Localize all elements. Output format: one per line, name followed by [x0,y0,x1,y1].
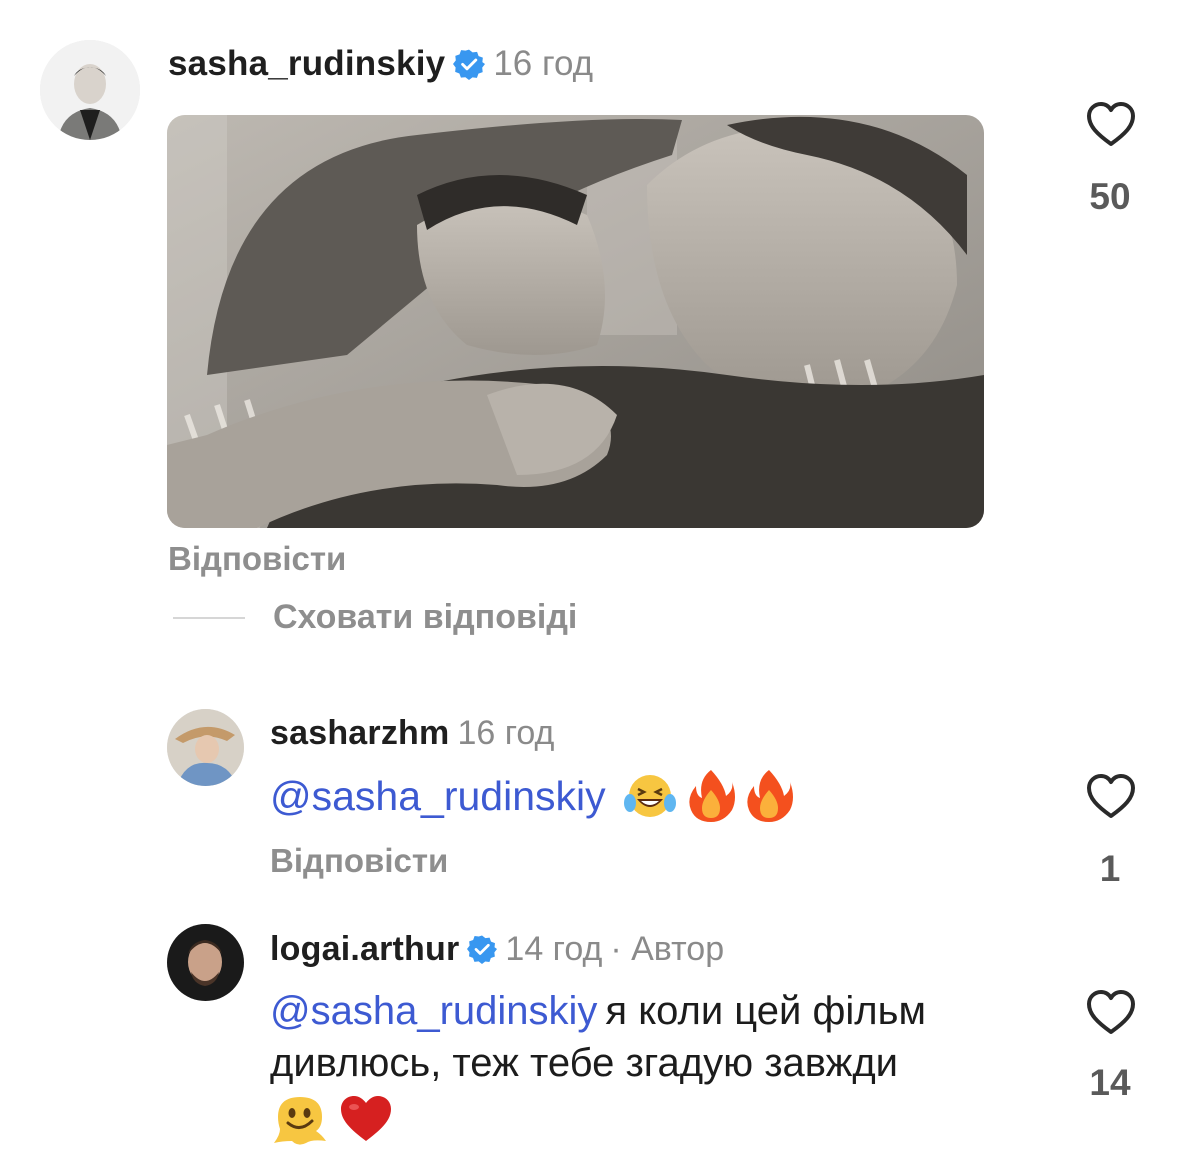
comment-reply-button[interactable]: Відповісти [168,540,346,578]
avatar-logai-arthur[interactable] [167,924,244,1001]
comment-like-count: 50 [1089,176,1131,217]
reply-text-line-1: я коли цей фільм [605,989,926,1033]
reply-mention-link[interactable]: @sasha_rudinskiy [270,985,597,1037]
comment-like-button[interactable] [1085,100,1137,148]
reply-username[interactable]: logai.arthur [270,930,459,969]
film-still-illustration [167,115,984,528]
laughing-tears-emoji-icon [623,775,676,817]
comment-gif-image[interactable] [167,115,984,528]
comment-username[interactable]: sasha_rudinskiy [168,44,445,84]
replies-divider-line [173,617,245,619]
melting-face-emoji-icon [274,1097,326,1145]
reply-mention-link[interactable]: @sasha_rudinskiy [270,773,606,820]
comment-time: 16 год [493,44,594,83]
avatar-image [167,924,244,1001]
heart-icon [1087,102,1135,146]
verified-badge-icon [467,935,498,964]
avatar-sasha-rudinskiy[interactable] [40,40,140,140]
fire-emoji-icon [746,770,793,822]
reply-reply-button[interactable]: Відповісти [270,842,448,880]
avatar-image [40,40,140,140]
reply-like-count: 1 [1099,848,1121,889]
author-tag: · Автор [610,929,725,968]
reply-username[interactable]: sasharzhm [270,714,449,753]
heart-icon [1087,774,1135,818]
avatar-image [167,709,244,786]
verified-badge-icon [453,49,486,80]
hide-replies-button[interactable]: Сховати відповіді [273,598,577,637]
reply-time: 14 год [505,929,603,968]
red-heart-emoji-icon [341,1096,391,1141]
reply-time: 16 год [457,713,555,752]
reply-like-button[interactable] [1085,988,1137,1036]
reply-like-count: 14 [1089,1062,1131,1103]
reply-like-button[interactable] [1085,772,1137,820]
reply-text-line-2: дивлюсь, теж тебе згадую завжди [270,1041,899,1085]
avatar-sasharzhm[interactable] [167,709,244,786]
heart-icon [1087,990,1135,1034]
fire-emoji-icon [688,770,735,822]
